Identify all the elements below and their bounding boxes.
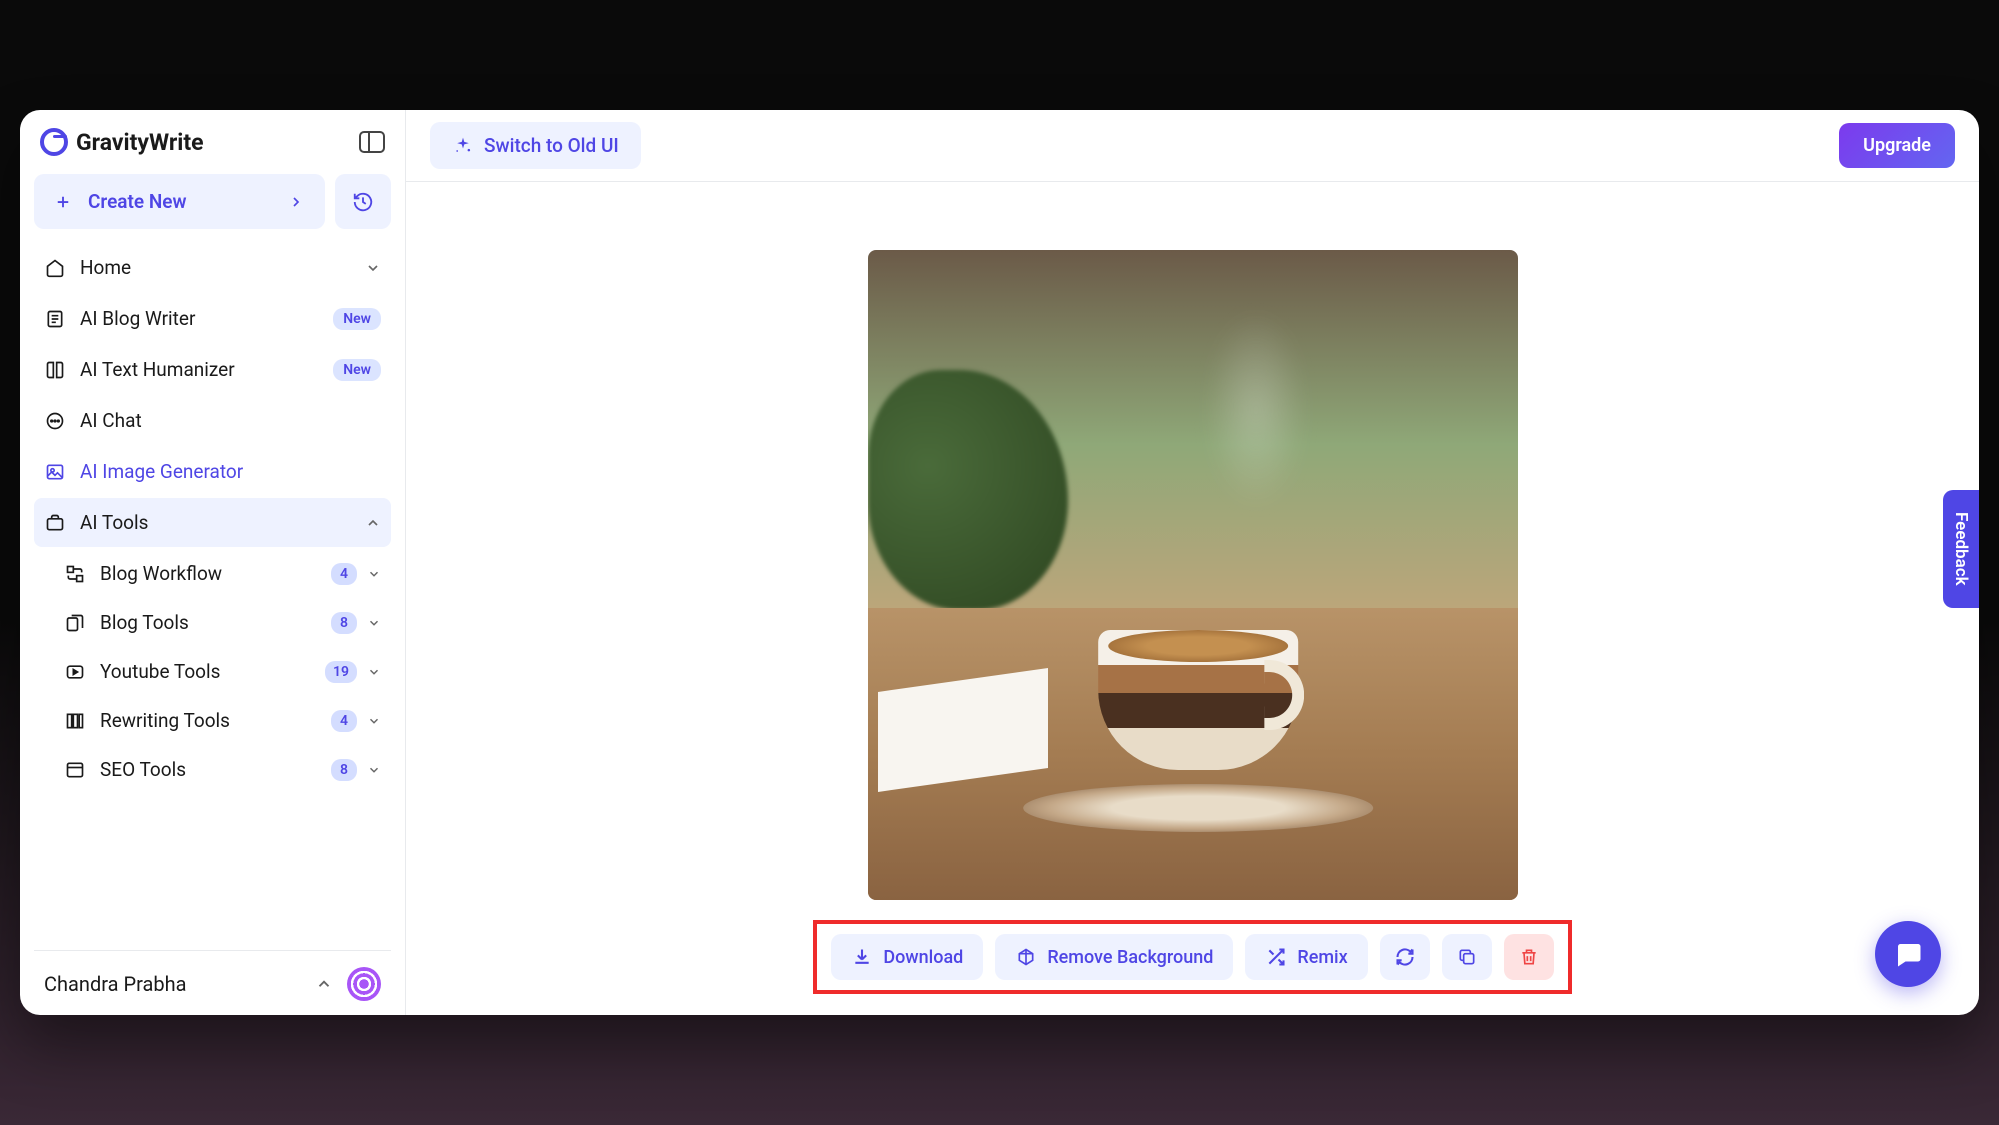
trash-icon xyxy=(1518,946,1540,968)
sidebar-item-label: AI Chat xyxy=(80,409,142,432)
count-badge: 8 xyxy=(331,759,357,781)
regenerate-button[interactable] xyxy=(1380,934,1430,980)
subitem-rewriting-tools[interactable]: Rewriting Tools 4 xyxy=(54,696,391,745)
subitem-blog-tools[interactable]: Blog Tools 8 xyxy=(54,598,391,647)
subitem-label: SEO Tools xyxy=(100,758,186,781)
remove-bg-label: Remove Background xyxy=(1047,947,1213,968)
history-button[interactable] xyxy=(335,174,391,229)
chevron-down-icon xyxy=(367,567,381,581)
sidebar-item-label: AI Image Generator xyxy=(80,460,243,483)
chat-icon xyxy=(44,410,66,432)
chat-fab[interactable] xyxy=(1875,921,1941,987)
avatar[interactable] xyxy=(347,967,381,1001)
subitem-blog-workflow[interactable]: Blog Workflow 4 xyxy=(54,549,391,598)
count-badge: 4 xyxy=(331,710,357,732)
home-icon xyxy=(44,257,66,279)
subitem-label: Rewriting Tools xyxy=(100,709,230,732)
count-badge: 8 xyxy=(331,612,357,634)
main: Switch to Old UI Upgrade Download xyxy=(406,110,1979,1015)
new-badge: New xyxy=(333,308,381,330)
chevron-down-icon xyxy=(367,763,381,777)
upgrade-button[interactable]: Upgrade xyxy=(1839,123,1955,168)
sparkle-icon xyxy=(452,135,474,157)
brand-name: GravityWrite xyxy=(76,129,204,156)
cards-icon xyxy=(64,612,86,634)
sidebar-item-chat[interactable]: AI Chat xyxy=(34,396,391,445)
chat-bubble-icon xyxy=(1893,939,1923,969)
ai-tools-sublist: Blog Workflow 4 Blog Tools 8 Youtube Too… xyxy=(34,549,391,794)
logo-mark-icon xyxy=(40,128,68,156)
new-badge: New xyxy=(333,359,381,381)
copy-icon xyxy=(1456,946,1478,968)
switch-ui-label: Switch to Old UI xyxy=(484,134,619,157)
sidebar-item-ai-tools[interactable]: AI Tools xyxy=(34,498,391,547)
workflow-icon xyxy=(64,563,86,585)
refresh-icon xyxy=(1394,946,1416,968)
subitem-label: Blog Workflow xyxy=(100,562,222,585)
briefcase-icon xyxy=(44,512,66,534)
plus-icon xyxy=(52,191,74,213)
count-badge: 19 xyxy=(325,661,357,683)
history-icon xyxy=(352,191,374,213)
subitem-label: Youtube Tools xyxy=(100,660,220,683)
feedback-label: Feedback xyxy=(1951,512,1971,586)
sidebar-item-label: AI Blog Writer xyxy=(80,307,195,330)
remix-button[interactable]: Remix xyxy=(1245,934,1367,980)
sidebar-item-label: AI Text Humanizer xyxy=(80,358,235,381)
chevron-down-icon xyxy=(367,714,381,728)
window-icon xyxy=(64,759,86,781)
chevron-up-icon xyxy=(365,515,381,531)
chevron-down-icon xyxy=(367,665,381,679)
count-badge: 4 xyxy=(331,563,357,585)
remove-background-button[interactable]: Remove Background xyxy=(995,934,1233,980)
content-area: Download Remove Background Remix xyxy=(406,182,1979,1015)
video-icon xyxy=(64,661,86,683)
brand-logo[interactable]: GravityWrite xyxy=(40,128,204,156)
chevron-down-icon xyxy=(367,616,381,630)
chevron-down-icon xyxy=(365,260,381,276)
create-new-label: Create New xyxy=(88,190,187,213)
subitem-seo-tools[interactable]: SEO Tools 8 xyxy=(54,745,391,794)
image-icon xyxy=(44,461,66,483)
chevron-up-icon xyxy=(315,975,333,993)
columns-icon xyxy=(64,710,86,732)
user-row[interactable]: Chandra Prabha xyxy=(34,950,391,1001)
download-label: Download xyxy=(883,947,963,968)
background-remove-icon xyxy=(1015,946,1037,968)
sidebar-item-blog-writer[interactable]: AI Blog Writer New xyxy=(34,294,391,343)
collapse-sidebar-icon[interactable] xyxy=(359,131,385,153)
download-icon xyxy=(851,946,873,968)
action-toolbar-highlight: Download Remove Background Remix xyxy=(813,920,1571,994)
chevron-right-icon xyxy=(285,191,307,213)
sidebar-header: GravityWrite xyxy=(34,124,391,174)
subitem-youtube-tools[interactable]: Youtube Tools 19 xyxy=(54,647,391,696)
book-icon xyxy=(44,359,66,381)
subitem-label: Blog Tools xyxy=(100,611,189,634)
sidebar: GravityWrite Create New Home xyxy=(20,110,406,1015)
upgrade-label: Upgrade xyxy=(1863,135,1931,156)
copy-button[interactable] xyxy=(1442,934,1492,980)
remix-label: Remix xyxy=(1297,947,1347,968)
app-window: GravityWrite Create New Home xyxy=(20,110,1979,1015)
sidebar-item-image-generator[interactable]: AI Image Generator xyxy=(34,447,391,496)
delete-button[interactable] xyxy=(1504,934,1554,980)
topbar: Switch to Old UI Upgrade xyxy=(406,110,1979,182)
document-icon xyxy=(44,308,66,330)
download-button[interactable]: Download xyxy=(831,934,983,980)
create-new-button[interactable]: Create New xyxy=(34,174,325,229)
generated-image[interactable] xyxy=(868,250,1518,900)
feedback-tab[interactable]: Feedback xyxy=(1943,490,1979,608)
switch-ui-button[interactable]: Switch to Old UI xyxy=(430,122,641,169)
sidebar-item-label: AI Tools xyxy=(80,511,148,534)
user-name: Chandra Prabha xyxy=(44,972,186,996)
shuffle-icon xyxy=(1265,946,1287,968)
create-row: Create New xyxy=(34,174,391,229)
sidebar-nav: Home AI Blog Writer New AI Text Humanize… xyxy=(34,243,391,950)
sidebar-item-home[interactable]: Home xyxy=(34,243,391,292)
sidebar-item-label: Home xyxy=(80,256,131,279)
sidebar-item-text-humanizer[interactable]: AI Text Humanizer New xyxy=(34,345,391,394)
